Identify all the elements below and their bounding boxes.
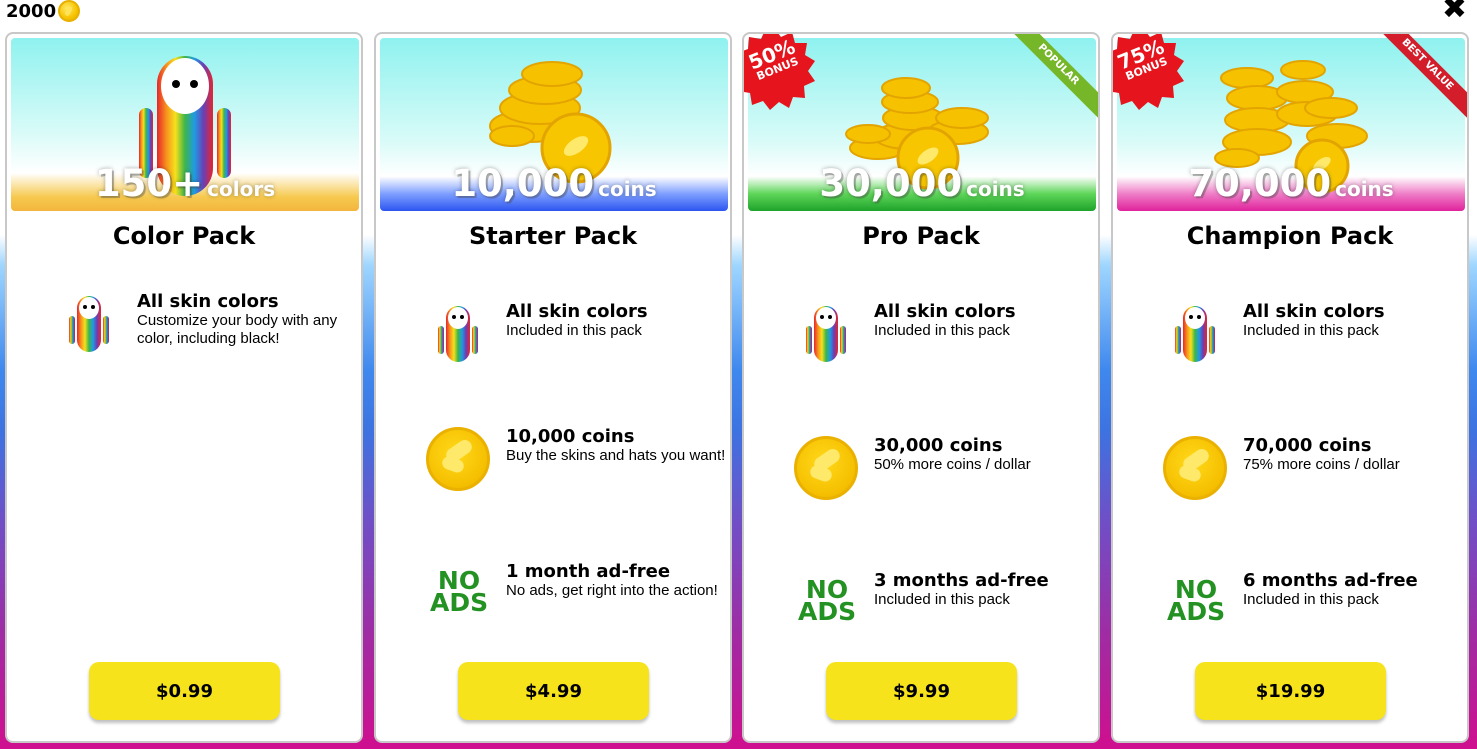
- no-ads-line2: ADS: [1167, 597, 1226, 626]
- feature-desc: Included in this pack: [874, 322, 1010, 339]
- banner-amount: 70,000 coins: [1117, 162, 1465, 205]
- pack-title: Champion Pack: [1186, 222, 1394, 250]
- feature-desc: Included in this pack: [506, 322, 642, 339]
- no-ads-icon: NO ADS: [794, 571, 858, 635]
- banner-amount: 10,000 coins: [380, 162, 728, 205]
- rainbow-character-icon: [426, 302, 490, 366]
- banner-amount: 150+ colors: [11, 162, 359, 205]
- no-ads-line2: ADS: [798, 597, 857, 626]
- starter-pack-card: 10,000 coins Starter Pack All skin colors…: [374, 32, 732, 743]
- banner-number: 30,000: [819, 162, 963, 205]
- banner-unit: coins: [1335, 177, 1394, 201]
- rainbow-character-icon: [794, 302, 858, 366]
- coin-icon: [426, 427, 490, 491]
- buy-champion-pack-button[interactable]: $19.99: [1195, 662, 1386, 720]
- feature-title: 6 months ad-free: [1243, 570, 1418, 591]
- top-bar: 2000 ✖: [0, 0, 1477, 30]
- banner-number: 70,000: [1188, 162, 1332, 205]
- coin-icon: [794, 436, 858, 500]
- coin-balance-amount: 2000: [6, 0, 57, 22]
- feature-coins: 70,000 coins 75% more coins / dollar: [1163, 436, 1463, 500]
- pack-title: Starter Pack: [468, 222, 638, 250]
- feature-desc: Buy the skins and hats you want!: [506, 447, 726, 464]
- champion-pack-card: 70,000 coins BEST VALUE 75% BONUS Champio…: [1111, 32, 1469, 743]
- feature-title: 3 months ad-free: [874, 570, 1049, 591]
- feature-desc: 75% more coins / dollar: [1243, 456, 1400, 473]
- card-banner: 10,000 coins: [380, 38, 728, 211]
- color-pack-card: 150+ colors Color Pack All skin colors Cu…: [5, 32, 363, 743]
- banner-unit: coins: [966, 177, 1025, 201]
- feature-ad-free: NO ADS 3 months ad-free Included in this …: [794, 571, 1094, 635]
- feature-coins: 30,000 coins 50% more coins / dollar: [794, 436, 1094, 500]
- buy-pro-pack-button[interactable]: $9.99: [826, 662, 1017, 720]
- rainbow-character-icon: [1163, 302, 1227, 366]
- feature-title: 30,000 coins: [874, 435, 1003, 456]
- feature-title: All skin colors: [1243, 301, 1385, 322]
- banner-amount: 30,000 coins: [748, 162, 1096, 205]
- bonus-badge: 75% BONUS: [1113, 34, 1185, 110]
- feature-title: 70,000 coins: [1243, 435, 1372, 456]
- feature-ad-free: NO ADS 1 month ad-free No ads, get right …: [426, 562, 726, 626]
- no-ads-icon: NO ADS: [1163, 571, 1227, 635]
- pack-title: Color Pack: [112, 222, 256, 250]
- feature-skin-colors: All skin colors Included in this pack: [1163, 302, 1463, 366]
- feature-title: 1 month ad-free: [506, 561, 671, 582]
- feature-desc: Included in this pack: [1243, 322, 1379, 339]
- feature-desc: Included in this pack: [874, 591, 1010, 608]
- feature-desc: Included in this pack: [1243, 591, 1379, 608]
- pro-pack-card: 30,000 coins POPULAR 50% BONUS Pro Pack A…: [742, 32, 1100, 743]
- feature-title: All skin colors: [506, 301, 648, 322]
- buy-color-pack-button[interactable]: $0.99: [89, 662, 280, 720]
- banner-number: 150+: [94, 162, 204, 205]
- feature-coins: 10,000 coins Buy the skins and hats you …: [426, 427, 726, 491]
- close-icon[interactable]: ✖: [1442, 0, 1467, 24]
- coin-icon: [58, 0, 81, 22]
- feature-title: 10,000 coins: [506, 426, 635, 447]
- card-banner: 150+ colors: [11, 38, 359, 211]
- feature-title: All skin colors: [137, 291, 279, 312]
- feature-ad-free: NO ADS 6 months ad-free Included in this …: [1163, 571, 1463, 635]
- feature-skin-colors: All skin colors Included in this pack: [426, 302, 726, 366]
- banner-number: 10,000: [451, 162, 595, 205]
- feature-skin-colors: All skin colors Included in this pack: [794, 302, 1094, 366]
- no-ads-icon: NO ADS: [426, 562, 490, 626]
- feature-desc: Customize your body with any color, incl…: [137, 312, 338, 347]
- banner-unit: colors: [207, 177, 276, 201]
- bonus-badge: 50% BONUS: [744, 34, 816, 110]
- coin-balance: 2000: [6, 0, 81, 22]
- feature-desc: 50% more coins / dollar: [874, 456, 1031, 473]
- feature-skin-colors: All skin colors Customize your body with…: [57, 292, 357, 356]
- feature-desc: No ads, get right into the action!: [506, 582, 718, 599]
- no-ads-line2: ADS: [430, 588, 489, 617]
- rainbow-character-icon: [57, 292, 121, 356]
- banner-unit: coins: [598, 177, 657, 201]
- pack-title: Pro Pack: [862, 222, 980, 250]
- coin-icon: [1163, 436, 1227, 500]
- buy-starter-pack-button[interactable]: $4.99: [458, 662, 649, 720]
- feature-title: All skin colors: [874, 301, 1016, 322]
